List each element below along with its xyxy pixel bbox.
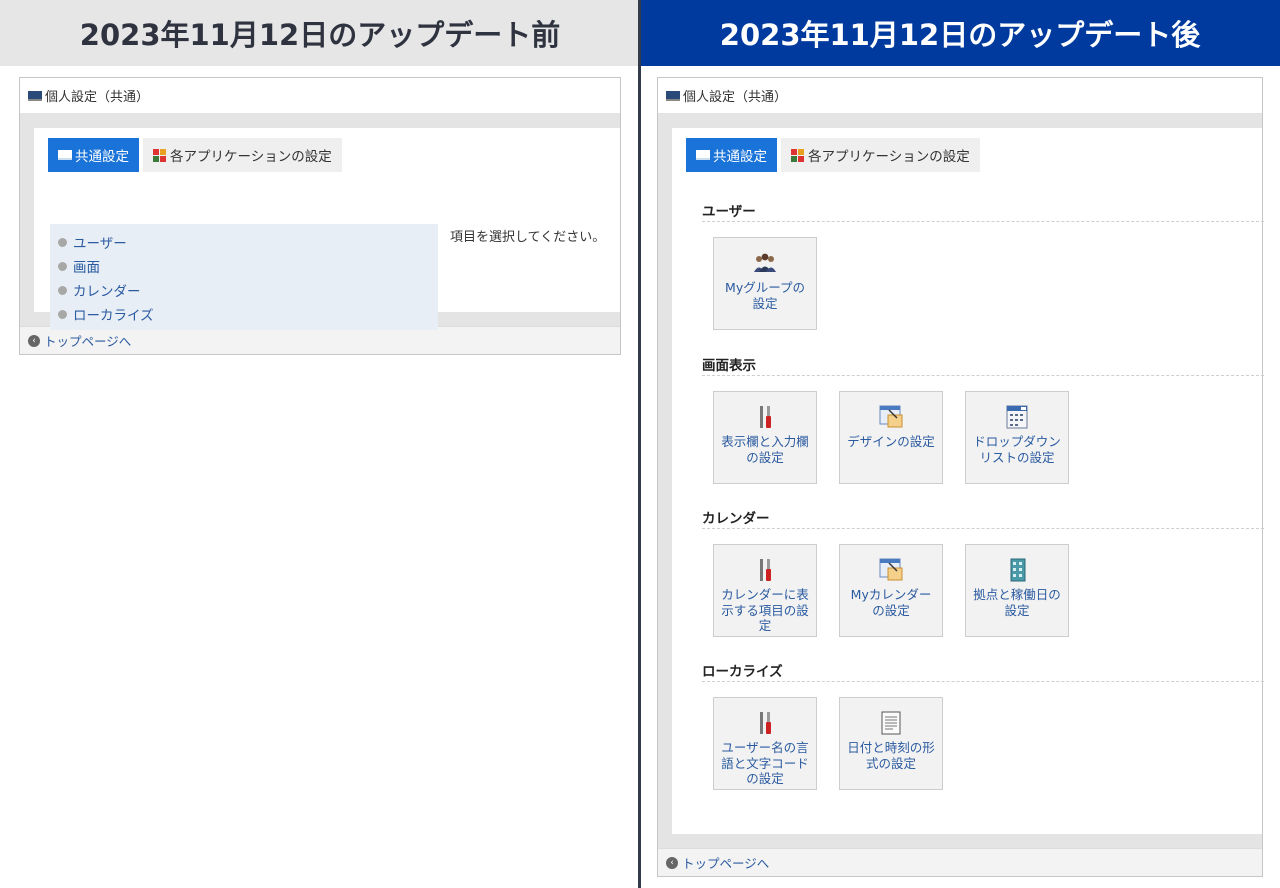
card-label: ユーザー名の言 語と文字コード の設定 bbox=[721, 740, 809, 786]
section-title-calendar: カレンダー bbox=[702, 511, 770, 527]
card-my-calendar-settings[interactable]: Myカレンダー の設定 bbox=[839, 544, 943, 637]
card-label: Myグループの 設定 bbox=[725, 280, 805, 311]
section-divider bbox=[702, 681, 1264, 682]
select-item-hint: 項目を選択してください。 bbox=[450, 230, 606, 245]
header-after: 2023年11月12日のアップデート後 bbox=[640, 0, 1280, 66]
card-calendar-items-settings[interactable]: カレンダーに表 示する項目の設定 bbox=[713, 544, 817, 637]
list-item-label: ローカライズ bbox=[73, 308, 154, 324]
dropdown-icon bbox=[1004, 404, 1030, 430]
tab-app-settings[interactable]: 各アプリケーションの設定 bbox=[781, 138, 980, 172]
bullet-icon bbox=[58, 237, 67, 247]
computer-icon bbox=[58, 150, 72, 160]
computer-icon bbox=[666, 90, 680, 101]
card-my-group-settings[interactable]: Myグループの 設定 bbox=[713, 237, 817, 330]
tools-icon bbox=[752, 557, 778, 583]
list-item-label: ユーザー bbox=[73, 236, 127, 252]
panel-title: 個人設定（共通） bbox=[658, 78, 1262, 114]
tab-label: 共通設定 bbox=[75, 149, 129, 165]
tab-app-settings[interactable]: 各アプリケーションの設定 bbox=[143, 138, 342, 172]
tab-label: 各アプリケーションの設定 bbox=[808, 149, 970, 165]
group-icon bbox=[752, 250, 778, 276]
design-icon bbox=[878, 404, 904, 430]
building-icon bbox=[1004, 557, 1030, 583]
panel-title: 個人設定（共通） bbox=[20, 78, 620, 114]
section-title-localize: ローカライズ bbox=[702, 664, 783, 680]
design-icon bbox=[878, 557, 904, 583]
card-label: Myカレンダー の設定 bbox=[850, 587, 932, 618]
card-label: 拠点と稼働日の 設定 bbox=[973, 587, 1061, 618]
tab-label: 各アプリケーションの設定 bbox=[170, 149, 332, 165]
apps-icon bbox=[791, 148, 804, 162]
list-item-calendar[interactable]: カレンダー bbox=[50, 278, 438, 302]
list-item-screen[interactable]: 画面 bbox=[50, 254, 438, 278]
header-before: 2023年11月12日のアップデート前 bbox=[0, 0, 640, 66]
bullet-icon bbox=[58, 285, 67, 295]
center-divider bbox=[638, 0, 641, 888]
card-label: デザインの設定 bbox=[847, 434, 935, 449]
top-page-link[interactable]: ‹ トップページへ bbox=[658, 848, 1262, 876]
list-item-label: カレンダー bbox=[73, 284, 141, 300]
tools-icon bbox=[752, 404, 778, 430]
top-page-link-label: トップページへ bbox=[682, 856, 770, 871]
panel-inner: 共通設定 各アプリケーションの設定 ユーザー Myグループの 設定 画面表示 表… bbox=[672, 128, 1264, 834]
panel-title-text: 個人設定（共通） bbox=[683, 90, 788, 105]
back-arrow-icon: ‹ bbox=[28, 334, 40, 347]
settings-panel-after: 個人設定（共通） 共通設定 各アプリケーションの設定 ユーザー Myグループの … bbox=[657, 77, 1264, 877]
back-arrow-icon: ‹ bbox=[666, 856, 678, 869]
top-page-link-label: トップページへ bbox=[44, 334, 132, 349]
tab-common-settings[interactable]: 共通設定 bbox=[686, 138, 777, 172]
tab-label: 共通設定 bbox=[713, 149, 767, 165]
card-label: 表示欄と入力欄 の設定 bbox=[721, 434, 809, 465]
list-item-user[interactable]: ユーザー bbox=[50, 230, 438, 254]
card-display-input-fields-settings[interactable]: 表示欄と入力欄 の設定 bbox=[713, 391, 817, 484]
bullet-icon bbox=[58, 309, 67, 319]
apps-icon bbox=[153, 148, 166, 162]
card-label: 日付と時刻の形 式の設定 bbox=[847, 740, 935, 771]
section-divider bbox=[702, 375, 1264, 376]
panel-body: 共通設定 各アプリケーションの設定 ユーザー Myグループの 設定 画面表示 表… bbox=[658, 114, 1264, 848]
computer-icon bbox=[28, 90, 42, 101]
card-username-language-settings[interactable]: ユーザー名の言 語と文字コード の設定 bbox=[713, 697, 817, 790]
card-label: ドロップダウン リストの設定 bbox=[973, 434, 1061, 465]
bullet-icon bbox=[58, 261, 67, 271]
tab-common-settings[interactable]: 共通設定 bbox=[48, 138, 139, 172]
card-dropdown-list-settings[interactable]: ドロップダウン リストの設定 bbox=[965, 391, 1069, 484]
section-divider bbox=[702, 528, 1264, 529]
top-page-link[interactable]: ‹ トップページへ bbox=[20, 326, 620, 354]
tab-bar: 共通設定 各アプリケーションの設定 bbox=[48, 138, 606, 172]
card-label: カレンダーに表 示する項目の設定 bbox=[721, 587, 809, 633]
section-title-display: 画面表示 bbox=[702, 358, 756, 374]
card-office-workdays-settings[interactable]: 拠点と稼働日の 設定 bbox=[965, 544, 1069, 637]
document-icon bbox=[878, 710, 904, 736]
settings-panel-before: 個人設定（共通） 共通設定 各アプリケーションの設定 ユーザー 画面 カレンダー… bbox=[19, 77, 621, 355]
settings-item-list: ユーザー 画面 カレンダー ローカライズ bbox=[50, 224, 438, 330]
tools-icon bbox=[752, 710, 778, 736]
list-item-label: 画面 bbox=[73, 260, 100, 276]
tab-bar: 共通設定 各アプリケーションの設定 bbox=[686, 138, 1248, 172]
panel-body: 共通設定 各アプリケーションの設定 ユーザー 画面 カレンダー ローカライズ 項… bbox=[20, 114, 620, 330]
card-date-time-format-settings[interactable]: 日付と時刻の形 式の設定 bbox=[839, 697, 943, 790]
computer-icon bbox=[696, 150, 710, 160]
panel-title-text: 個人設定（共通） bbox=[45, 90, 150, 105]
list-item-localize[interactable]: ローカライズ bbox=[50, 302, 438, 326]
section-divider bbox=[702, 221, 1264, 222]
card-design-settings[interactable]: デザインの設定 bbox=[839, 391, 943, 484]
section-title-user: ユーザー bbox=[702, 204, 756, 220]
